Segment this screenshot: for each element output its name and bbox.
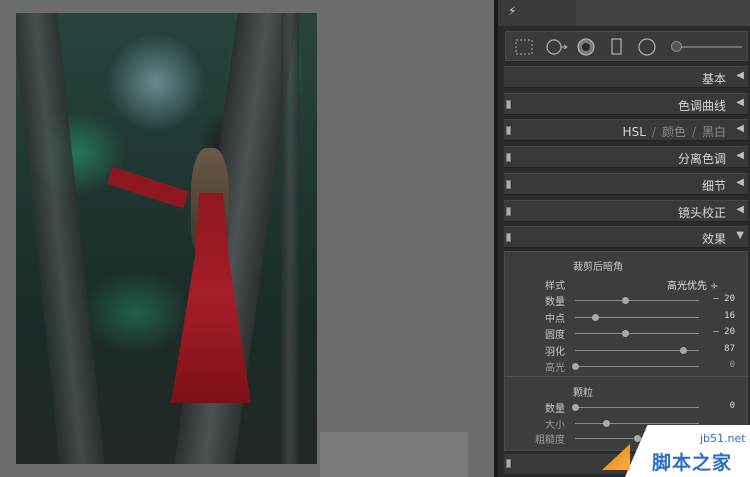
section-toggle-switch[interactable]	[506, 180, 511, 189]
collapse-arrow-icon[interactable]: ◀	[736, 70, 744, 81]
slider-track[interactable]	[575, 422, 699, 424]
collapse-arrow-icon[interactable]: ◀	[736, 177, 744, 188]
slider-knob[interactable]	[679, 346, 687, 354]
slider-knob[interactable]	[603, 419, 610, 427]
watermark-logo: 脚本之家	[652, 452, 733, 474]
tree-trunk	[281, 13, 299, 464]
slider-value[interactable]: 0	[730, 360, 735, 370]
collapse-arrow-icon[interactable]: ◀	[736, 97, 744, 108]
section-title: 镜头校正	[677, 206, 726, 220]
slider-label: 高光	[545, 363, 565, 374]
hsl-tabs: HSL / 颜色 / 黑白	[622, 125, 726, 139]
section-toggle-switch[interactable]	[506, 153, 511, 162]
slider-label: 中点	[545, 313, 565, 325]
develop-panel: ⚡ 基本 ◀ 色调曲线 ◀ HSL / 颜色 / 黑白 ◀ 分离色调 ◀ 细节 …	[494, 0, 750, 477]
section-title: 基本	[701, 72, 726, 86]
spot-removal-icon[interactable]	[544, 37, 570, 57]
section-lens-corrections[interactable]: 镜头校正 ◀	[504, 200, 748, 222]
slider-knob[interactable]	[634, 435, 641, 442]
slider-track[interactable]	[575, 300, 699, 301]
slider-label: 圆度	[545, 330, 565, 341]
slider-value[interactable]: 0	[730, 401, 735, 411]
panel-topbar: ⚡	[498, 0, 750, 26]
slider-knob[interactable]	[572, 404, 579, 411]
slider-knob[interactable]	[621, 297, 629, 304]
collapse-arrow-icon[interactable]: ◀	[736, 204, 744, 215]
expand-arrow-icon[interactable]: ▼	[736, 230, 744, 241]
section-toggle-switch[interactable]	[506, 126, 511, 135]
grain-header: 颗粒	[573, 388, 593, 399]
slider-value[interactable]: – 20	[713, 294, 735, 304]
effects-panel: 裁剪后暗角 样式 高光优先 ÷ 数量 – 20 中点 16 圆度 – 20 羽化 87 高光 0 …	[504, 251, 748, 451]
vignette-header: 裁剪后暗角	[573, 262, 623, 273]
section-title: 分离色调	[677, 152, 726, 166]
section-toggle-switch[interactable]	[506, 100, 511, 109]
tab-color[interactable]: 颜色	[662, 125, 686, 139]
slider-label: 粗糙度	[535, 435, 565, 446]
slider-value[interactable]: 16	[724, 311, 735, 321]
woman-arm	[107, 166, 189, 209]
slider-label: 大小	[545, 419, 565, 431]
section-hsl[interactable]: HSL / 颜色 / 黑白 ◀	[504, 119, 748, 141]
crop-overlay-icon[interactable]	[514, 38, 534, 56]
section-title: 色调曲线	[677, 99, 726, 113]
style-dropdown[interactable]: 高光优先 ÷	[667, 277, 719, 292]
adjustment-brush-icon[interactable]	[671, 41, 682, 52]
collapse-arrow-icon[interactable]: ◀	[736, 123, 744, 134]
panel-tab-area[interactable]	[576, 0, 750, 26]
section-toggle-switch[interactable]	[506, 233, 511, 242]
section-tone-curve[interactable]: 色调曲线 ◀	[504, 93, 748, 115]
tree-trunk	[16, 13, 105, 464]
slider-label: 数量	[545, 297, 565, 308]
section-effects[interactable]: 效果 ▼	[504, 226, 748, 248]
section-title: 效果	[701, 232, 726, 246]
slider-value[interactable]: – 20	[713, 327, 735, 337]
tool-strip	[505, 31, 748, 61]
slider-knob[interactable]	[621, 330, 629, 337]
collapse-arrow-icon[interactable]: ◀	[736, 150, 744, 161]
style-label: 样式	[545, 281, 565, 292]
slider-label: 数量	[545, 404, 565, 415]
graduated-filter-icon[interactable]	[610, 37, 624, 57]
slider-knob[interactable]	[572, 363, 579, 370]
section-toggle-switch[interactable]	[506, 459, 511, 468]
photo-preview[interactable]	[16, 13, 317, 464]
section-detail[interactable]: 细节 ◀	[504, 173, 748, 195]
section-basic[interactable]: 基本 ◀	[504, 66, 748, 88]
radial-filter-icon[interactable]	[636, 37, 658, 57]
canvas-area	[0, 0, 494, 477]
section-split-toning[interactable]: 分离色调 ◀	[504, 146, 748, 168]
section-toggle-switch[interactable]	[506, 207, 511, 216]
slider-track[interactable]	[575, 333, 699, 334]
section-divider	[505, 376, 747, 377]
lightning-icon[interactable]: ⚡	[508, 4, 516, 18]
section-title: 细节	[701, 179, 726, 193]
slider-track[interactable]	[575, 407, 699, 408]
slider-track[interactable]	[575, 366, 699, 367]
slider-knob[interactable]	[591, 313, 599, 321]
tab-bw[interactable]: 黑白	[702, 125, 726, 139]
slider-value[interactable]: 87	[724, 344, 735, 354]
slider-label: 羽化	[545, 346, 565, 358]
red-eye-icon[interactable]	[576, 37, 596, 57]
watermark-url: jb51.net	[700, 432, 746, 445]
tab-hsl[interactable]: HSL	[623, 125, 646, 139]
filmstrip-edge	[320, 432, 468, 477]
brush-size-track[interactable]	[676, 46, 742, 48]
